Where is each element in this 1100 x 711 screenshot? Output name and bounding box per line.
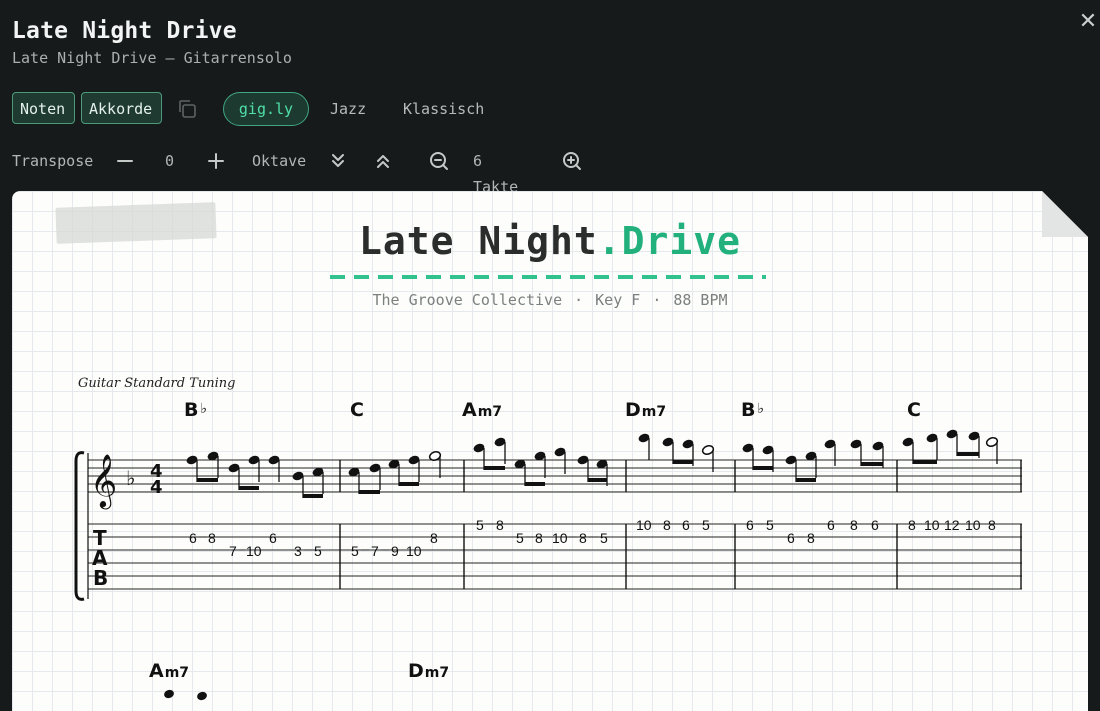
fret-number: 10: [924, 517, 940, 533]
fret-number: 10: [636, 517, 652, 533]
chevrons-down-icon[interactable]: [326, 149, 350, 173]
fret-number: 5: [702, 517, 710, 533]
tab-klassisch[interactable]: Klassisch: [403, 92, 484, 126]
tab-fret-numbers: 6 8 7 10 6 3 5 5 7 9 10 8 5 8 5 8 10 8 5…: [189, 517, 996, 559]
fret-number: 10: [246, 543, 262, 559]
chord-symbol: Am7: [462, 399, 502, 421]
note-beam: [913, 460, 937, 464]
tuning-label: Guitar Standard Tuning: [78, 376, 236, 391]
fret-number: 8: [988, 517, 996, 533]
chord-symbol: Dm7: [625, 399, 666, 421]
zoom-in-icon[interactable]: [560, 149, 584, 173]
close-icon[interactable]: ✕: [1076, 10, 1100, 34]
system-bracket: [74, 451, 85, 601]
fret-number: 12: [944, 517, 960, 533]
fret-number: 5: [351, 543, 359, 559]
minus-icon[interactable]: [113, 149, 137, 173]
note-beam: [303, 494, 323, 498]
fret-number: 8: [430, 530, 438, 546]
note-beam: [399, 482, 419, 486]
transpose-value: 0: [165, 152, 175, 170]
fret-number: 6: [269, 530, 277, 546]
fret-number: 5: [766, 517, 774, 533]
transpose-label: Transpose: [12, 152, 94, 170]
sheet-paper: Late Night.Drive The Groove Collective · K…: [12, 191, 1088, 711]
fret-number: 6: [827, 517, 835, 533]
fret-number: 8: [850, 517, 858, 533]
note-head: [164, 689, 174, 699]
fret-number: 5: [600, 530, 608, 546]
tab-gigly[interactable]: gig.ly: [223, 92, 309, 126]
note-beam: [359, 490, 380, 494]
fret-number: 7: [229, 543, 237, 559]
chevrons-up-icon[interactable]: [371, 149, 395, 173]
fret-number: 10: [406, 543, 422, 559]
time-signature-bottom: 4: [150, 477, 163, 498]
note-beam: [588, 478, 607, 482]
fret-number: 8: [807, 530, 815, 546]
fret-number: 6: [682, 517, 690, 533]
fret-number: 5: [314, 543, 322, 559]
chords-button[interactable]: Akkorde: [81, 92, 162, 124]
fret-number: 7: [371, 543, 379, 559]
chord-symbol: C: [907, 399, 921, 421]
fret-number: 5: [516, 530, 524, 546]
note-beam: [525, 482, 545, 486]
fret-number: 6: [746, 517, 754, 533]
note-beam: [753, 466, 773, 470]
plus-icon[interactable]: [204, 149, 228, 173]
note-heads: [186, 429, 999, 498]
fret-number: 8: [496, 517, 504, 533]
window-subtitle: Late Night Drive — Gitarrensolo: [12, 49, 292, 67]
note-beam: [796, 478, 816, 482]
fret-number: 6: [787, 530, 795, 546]
fret-number: 8: [908, 517, 916, 533]
fret-number: 6: [871, 517, 879, 533]
tab-label-b: B: [93, 566, 108, 590]
score-notation: Guitar Standard Tuning B ♭ C Am7 Dm7 B ♭ C: [74, 376, 1022, 701]
chord-symbol: Am7: [149, 660, 189, 682]
note-beam: [861, 462, 883, 466]
tab-jazz[interactable]: Jazz: [330, 92, 366, 126]
octave-label: Oktave: [252, 152, 307, 170]
fret-number: 8: [663, 517, 671, 533]
chord-symbols: B ♭ C Am7 Dm7 B ♭ C: [184, 399, 921, 421]
fret-number: 9: [391, 543, 399, 559]
fret-number: 8: [535, 530, 543, 546]
note-beam: [484, 466, 505, 470]
fret-number: 5: [476, 517, 484, 533]
fret-number: 8: [208, 530, 216, 546]
note-head: [197, 691, 207, 701]
chord-symbol: B ♭: [741, 399, 764, 421]
note-beam: [957, 452, 979, 456]
zoom-out-icon[interactable]: [427, 149, 451, 173]
note-beam: [673, 460, 693, 464]
copy-icon[interactable]: [176, 98, 198, 120]
fret-number: 10: [965, 517, 981, 533]
key-signature: ♭: [126, 466, 135, 490]
chord-symbol: B ♭: [184, 399, 207, 421]
chord-symbol: Dm7: [408, 660, 449, 682]
note-beam: [239, 486, 259, 490]
fret-number: 3: [294, 543, 302, 559]
note-beam: [197, 478, 218, 482]
fret-number: 6: [189, 530, 197, 546]
window-title: Late Night Drive: [12, 18, 237, 44]
chord-symbol: C: [350, 399, 364, 421]
fret-number: 8: [579, 530, 587, 546]
fret-number: 10: [552, 530, 568, 546]
notation-button[interactable]: Noten: [12, 92, 75, 124]
treble-clef-icon: 𝄞: [90, 453, 117, 509]
